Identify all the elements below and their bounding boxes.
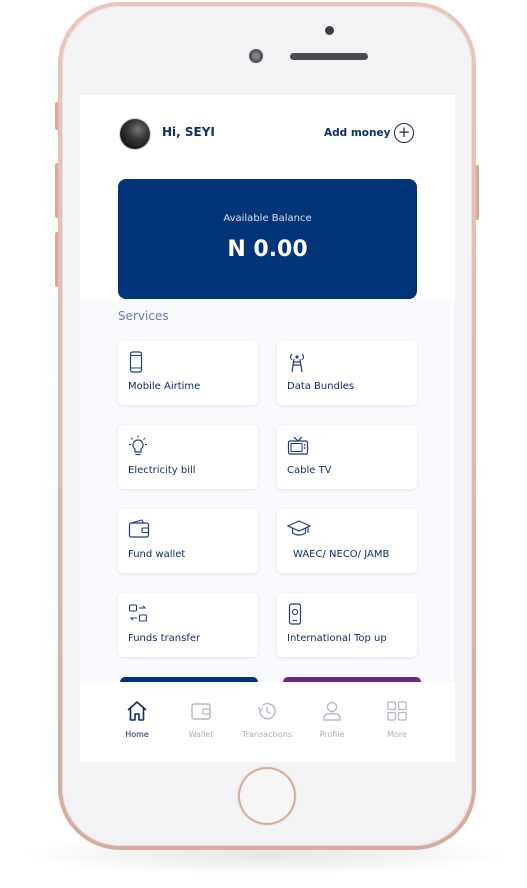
add-money-link[interactable]: Add money [324, 127, 390, 139]
phone-home-button[interactable] [238, 767, 296, 825]
earpiece-speaker [290, 53, 368, 60]
nav-label: More [387, 730, 407, 739]
front-camera [249, 49, 263, 63]
service-label: Data Bundles [287, 381, 355, 392]
phone-topup-icon [288, 603, 302, 625]
nav-label: Wallet [188, 730, 214, 739]
nav-wallet[interactable]: Wallet [171, 700, 231, 739]
wallet-icon [191, 703, 211, 720]
service-label: WAEC/ NECO/ JAMB [293, 549, 390, 560]
nav-profile[interactable]: Profile [302, 700, 362, 739]
service-international-top-up[interactable]: International Top up [277, 593, 417, 657]
service-fund-wallet[interactable]: Fund wallet [118, 509, 258, 573]
wallet-icon [128, 519, 150, 538]
service-mobile-airtime[interactable]: Mobile Airtime [118, 341, 258, 405]
nav-home[interactable]: Home [107, 700, 167, 739]
services-heading: Services [118, 309, 169, 323]
lightbulb-icon [129, 435, 147, 456]
service-funds-transfer[interactable]: Funds transfer [118, 593, 258, 657]
mobile-phone-icon [129, 351, 143, 373]
service-label: Electricity bill [128, 465, 196, 476]
nav-label: Transactions [242, 730, 292, 739]
transfer-icon [128, 604, 148, 622]
balance-label: Available Balance [223, 213, 312, 224]
greeting-text: Hi, SEYI [162, 125, 215, 139]
history-icon [257, 702, 276, 720]
home-icon [127, 701, 147, 721]
balance-card: Available Balance N 0.00 [118, 179, 417, 299]
service-label: Fund wallet [128, 549, 186, 560]
bottom-navigation: Home Wallet Transactions Profile More [80, 682, 455, 762]
proximity-sensor [325, 26, 334, 35]
service-label: International Top up [287, 633, 387, 644]
service-label: Mobile Airtime [128, 381, 201, 392]
service-waec-neco-jamb[interactable]: WAEC/ NECO/ JAMB [277, 509, 417, 573]
user-icon [323, 701, 341, 721]
balance-amount: N 0.00 [227, 237, 308, 262]
nav-label: Home [125, 730, 149, 739]
service-cable-tv[interactable]: Cable TV [277, 425, 417, 489]
add-money-plus-icon[interactable]: + [394, 123, 414, 143]
service-data-bundles[interactable]: Data Bundles [277, 341, 417, 405]
service-label: Funds transfer [128, 633, 201, 644]
nav-transactions[interactable]: Transactions [237, 700, 297, 739]
tv-icon [287, 436, 309, 455]
avatar[interactable] [120, 119, 150, 149]
app-screen: Hi, SEYI Add money + Available Balance N… [80, 95, 455, 762]
nav-label: Profile [319, 730, 345, 739]
service-electricity-bill[interactable]: Electricity bill [118, 425, 258, 489]
nav-more[interactable]: More [367, 700, 427, 739]
service-label: Cable TV [287, 465, 332, 476]
grid-icon [387, 701, 407, 721]
data-tower-icon [289, 353, 305, 373]
graduation-cap-icon [287, 520, 311, 536]
